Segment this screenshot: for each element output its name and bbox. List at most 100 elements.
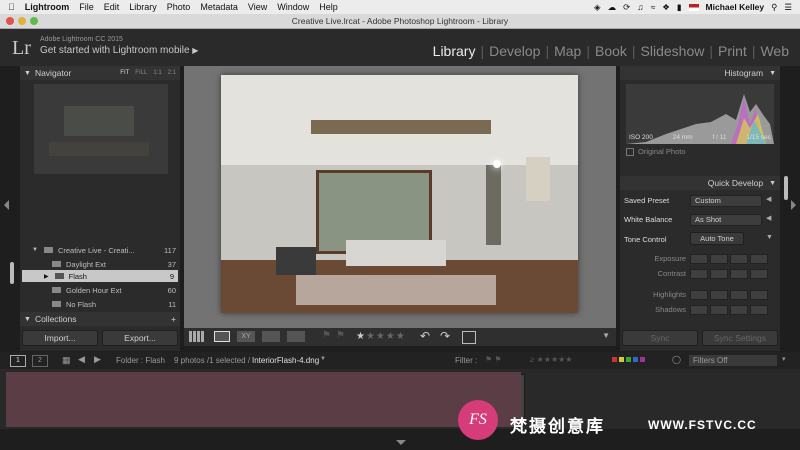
folder-row[interactable]: No Flash 11 [24, 298, 176, 310]
zoom-2-1[interactable]: 2:1 [168, 70, 176, 76]
folder-row[interactable]: Daylight Ext 37 [24, 258, 176, 270]
battery-icon[interactable]: ▮ [677, 2, 682, 13]
left-scrollbar[interactable] [10, 262, 14, 284]
histogram-graph[interactable]: ISO 200 24 mm f / 11 1/15 sec [626, 84, 774, 144]
play-arrow-icon[interactable]: ▶ [192, 46, 198, 55]
folder-row[interactable]: ▼ Creative Live - Creati... 117 [24, 244, 176, 256]
zoom-1-1[interactable]: 1:1 [153, 70, 161, 76]
folder-row-selected[interactable]: ▶ Flash 9 [22, 270, 178, 282]
bluetooth-icon[interactable]: ❖ [662, 2, 670, 13]
selected-filename[interactable]: InteriorFlash-4.dng [252, 356, 319, 365]
grid-shortcut-icon[interactable]: ▦ [62, 355, 71, 366]
flag-reject-icon[interactable]: ⚑ [336, 330, 345, 341]
export-button[interactable]: Export... [102, 330, 178, 346]
mobile-prompt[interactable]: Get started with Lightroom mobile [40, 45, 190, 56]
zoom-fill[interactable]: FILL [135, 70, 147, 76]
wifi-icon[interactable]: ≈ [651, 2, 656, 12]
histogram-header[interactable]: Histogram ▼ [620, 66, 780, 80]
toolbar-menu-icon[interactable]: ▼ [602, 331, 610, 340]
color-label-filter[interactable] [612, 357, 645, 362]
collapse-triangle-icon[interactable]: ▼ [769, 180, 776, 187]
expand-triangle-icon[interactable]: ▶ [44, 273, 49, 280]
auto-tone-button[interactable]: Auto Tone [690, 232, 744, 245]
main-screen-button[interactable]: 1 [10, 355, 26, 367]
survey-view-icon[interactable] [262, 331, 280, 342]
sync-settings-button[interactable]: Sync Settings [702, 330, 778, 346]
star-rating[interactable]: ★★★★★ [356, 331, 406, 342]
expand-preset-icon[interactable]: ◀ [766, 195, 771, 203]
navigator-header[interactable]: ▼ Navigator FIT FILL 1:1 2:1 [20, 66, 180, 80]
grid-view-icon[interactable] [189, 331, 205, 342]
module-library[interactable]: Library [428, 43, 481, 59]
forward-arrow-icon[interactable]: ▶ [94, 354, 101, 365]
filter-lock-icon[interactable]: ◯ [672, 355, 681, 364]
crop-overlay-icon[interactable] [462, 331, 476, 344]
collapse-triangle-icon[interactable]: ▼ [24, 316, 31, 323]
menu-view[interactable]: View [248, 2, 267, 12]
menu-photo[interactable]: Photo [167, 2, 191, 12]
menu-app-lightroom[interactable]: Lightroom [25, 2, 70, 12]
search-icon[interactable]: ⚲ [771, 2, 777, 13]
sync-icon[interactable]: ⟳ [623, 2, 630, 13]
filename-dropdown-icon[interactable]: ▼ [320, 356, 326, 362]
menu-edit[interactable]: Edit [104, 2, 120, 12]
highlights-buttons[interactable] [690, 290, 768, 300]
cloud-icon[interactable]: ☁ [608, 2, 617, 13]
filter-preset-select[interactable]: Filters Off [688, 354, 778, 367]
main-photo[interactable] [221, 75, 578, 313]
filter-dropdown-icon[interactable]: ▾ [782, 355, 786, 363]
left-panel-toggle-icon[interactable] [4, 200, 9, 210]
menu-window[interactable]: Window [277, 2, 309, 12]
filter-stars-icon[interactable]: ≥ ★★★★★ [530, 355, 572, 364]
checkbox-icon[interactable] [626, 147, 634, 156]
apple-icon[interactable]:  [8, 2, 15, 12]
list-icon[interactable]: ☰ [784, 2, 792, 13]
menu-library[interactable]: Library [129, 2, 157, 12]
navigator-preview[interactable] [34, 84, 168, 174]
exposure-buttons[interactable] [690, 254, 768, 264]
import-button[interactable]: Import... [22, 330, 98, 346]
shadows-buttons[interactable] [690, 305, 768, 315]
module-map[interactable]: Map [549, 43, 586, 59]
expand-wb-icon[interactable]: ◀ [766, 214, 771, 222]
rotate-right-icon[interactable]: ↷ [440, 329, 450, 343]
menu-help[interactable]: Help [319, 2, 338, 12]
user-name[interactable]: Michael Kelley [706, 2, 765, 12]
contrast-buttons[interactable] [690, 269, 768, 279]
right-scrollbar[interactable] [784, 176, 788, 200]
module-book[interactable]: Book [590, 43, 632, 59]
volume-icon[interactable]: ♫ [637, 2, 643, 12]
rotate-left-icon[interactable]: ↶ [420, 329, 430, 343]
module-print[interactable]: Print [713, 43, 752, 59]
compare-view-icon[interactable]: XY [237, 331, 255, 342]
collapse-triangle-icon[interactable]: ▼ [24, 70, 31, 77]
module-slideshow[interactable]: Slideshow [636, 43, 710, 59]
collections-header[interactable]: ▼ Collections + [20, 312, 180, 326]
collapse-triangle-icon[interactable]: ▼ [769, 70, 776, 77]
folder-source[interactable]: Folder : Flash [116, 356, 165, 365]
white-balance-select[interactable]: As Shot [690, 214, 762, 226]
flag-pick-icon[interactable]: ⚑ [322, 330, 331, 341]
back-arrow-icon[interactable]: ◀ [78, 354, 85, 365]
add-collection-icon[interactable]: + [171, 314, 176, 324]
folder-row[interactable]: Golden Hour Ext 60 [24, 284, 176, 296]
zoom-fit[interactable]: FIT [120, 70, 129, 76]
loupe-view-icon[interactable] [214, 331, 230, 342]
original-photo-toggle[interactable]: Original Photo [626, 147, 686, 156]
dropbox-icon[interactable]: ◈ [594, 2, 601, 13]
identity-subtitle[interactable]: Get started with Lightroom mobile ▶ [40, 45, 198, 56]
second-screen-button[interactable]: 2 [32, 355, 48, 367]
flag-icon[interactable] [688, 3, 699, 11]
menu-metadata[interactable]: Metadata [200, 2, 238, 12]
sync-button[interactable]: Sync [622, 330, 698, 346]
module-web[interactable]: Web [755, 43, 794, 59]
expand-tone-icon[interactable]: ▼ [766, 234, 773, 241]
module-develop[interactable]: Develop [484, 43, 545, 59]
saved-preset-select[interactable]: Custom [690, 195, 762, 207]
expand-triangle-icon[interactable]: ▼ [32, 247, 38, 253]
people-view-icon[interactable] [287, 331, 305, 342]
menu-file[interactable]: File [79, 2, 94, 12]
filmstrip-toggle-icon[interactable] [396, 440, 406, 445]
filter-flags-icon[interactable]: ⚑ ⚑ [485, 355, 502, 364]
quick-develop-header[interactable]: Quick Develop ▼ [620, 176, 780, 190]
